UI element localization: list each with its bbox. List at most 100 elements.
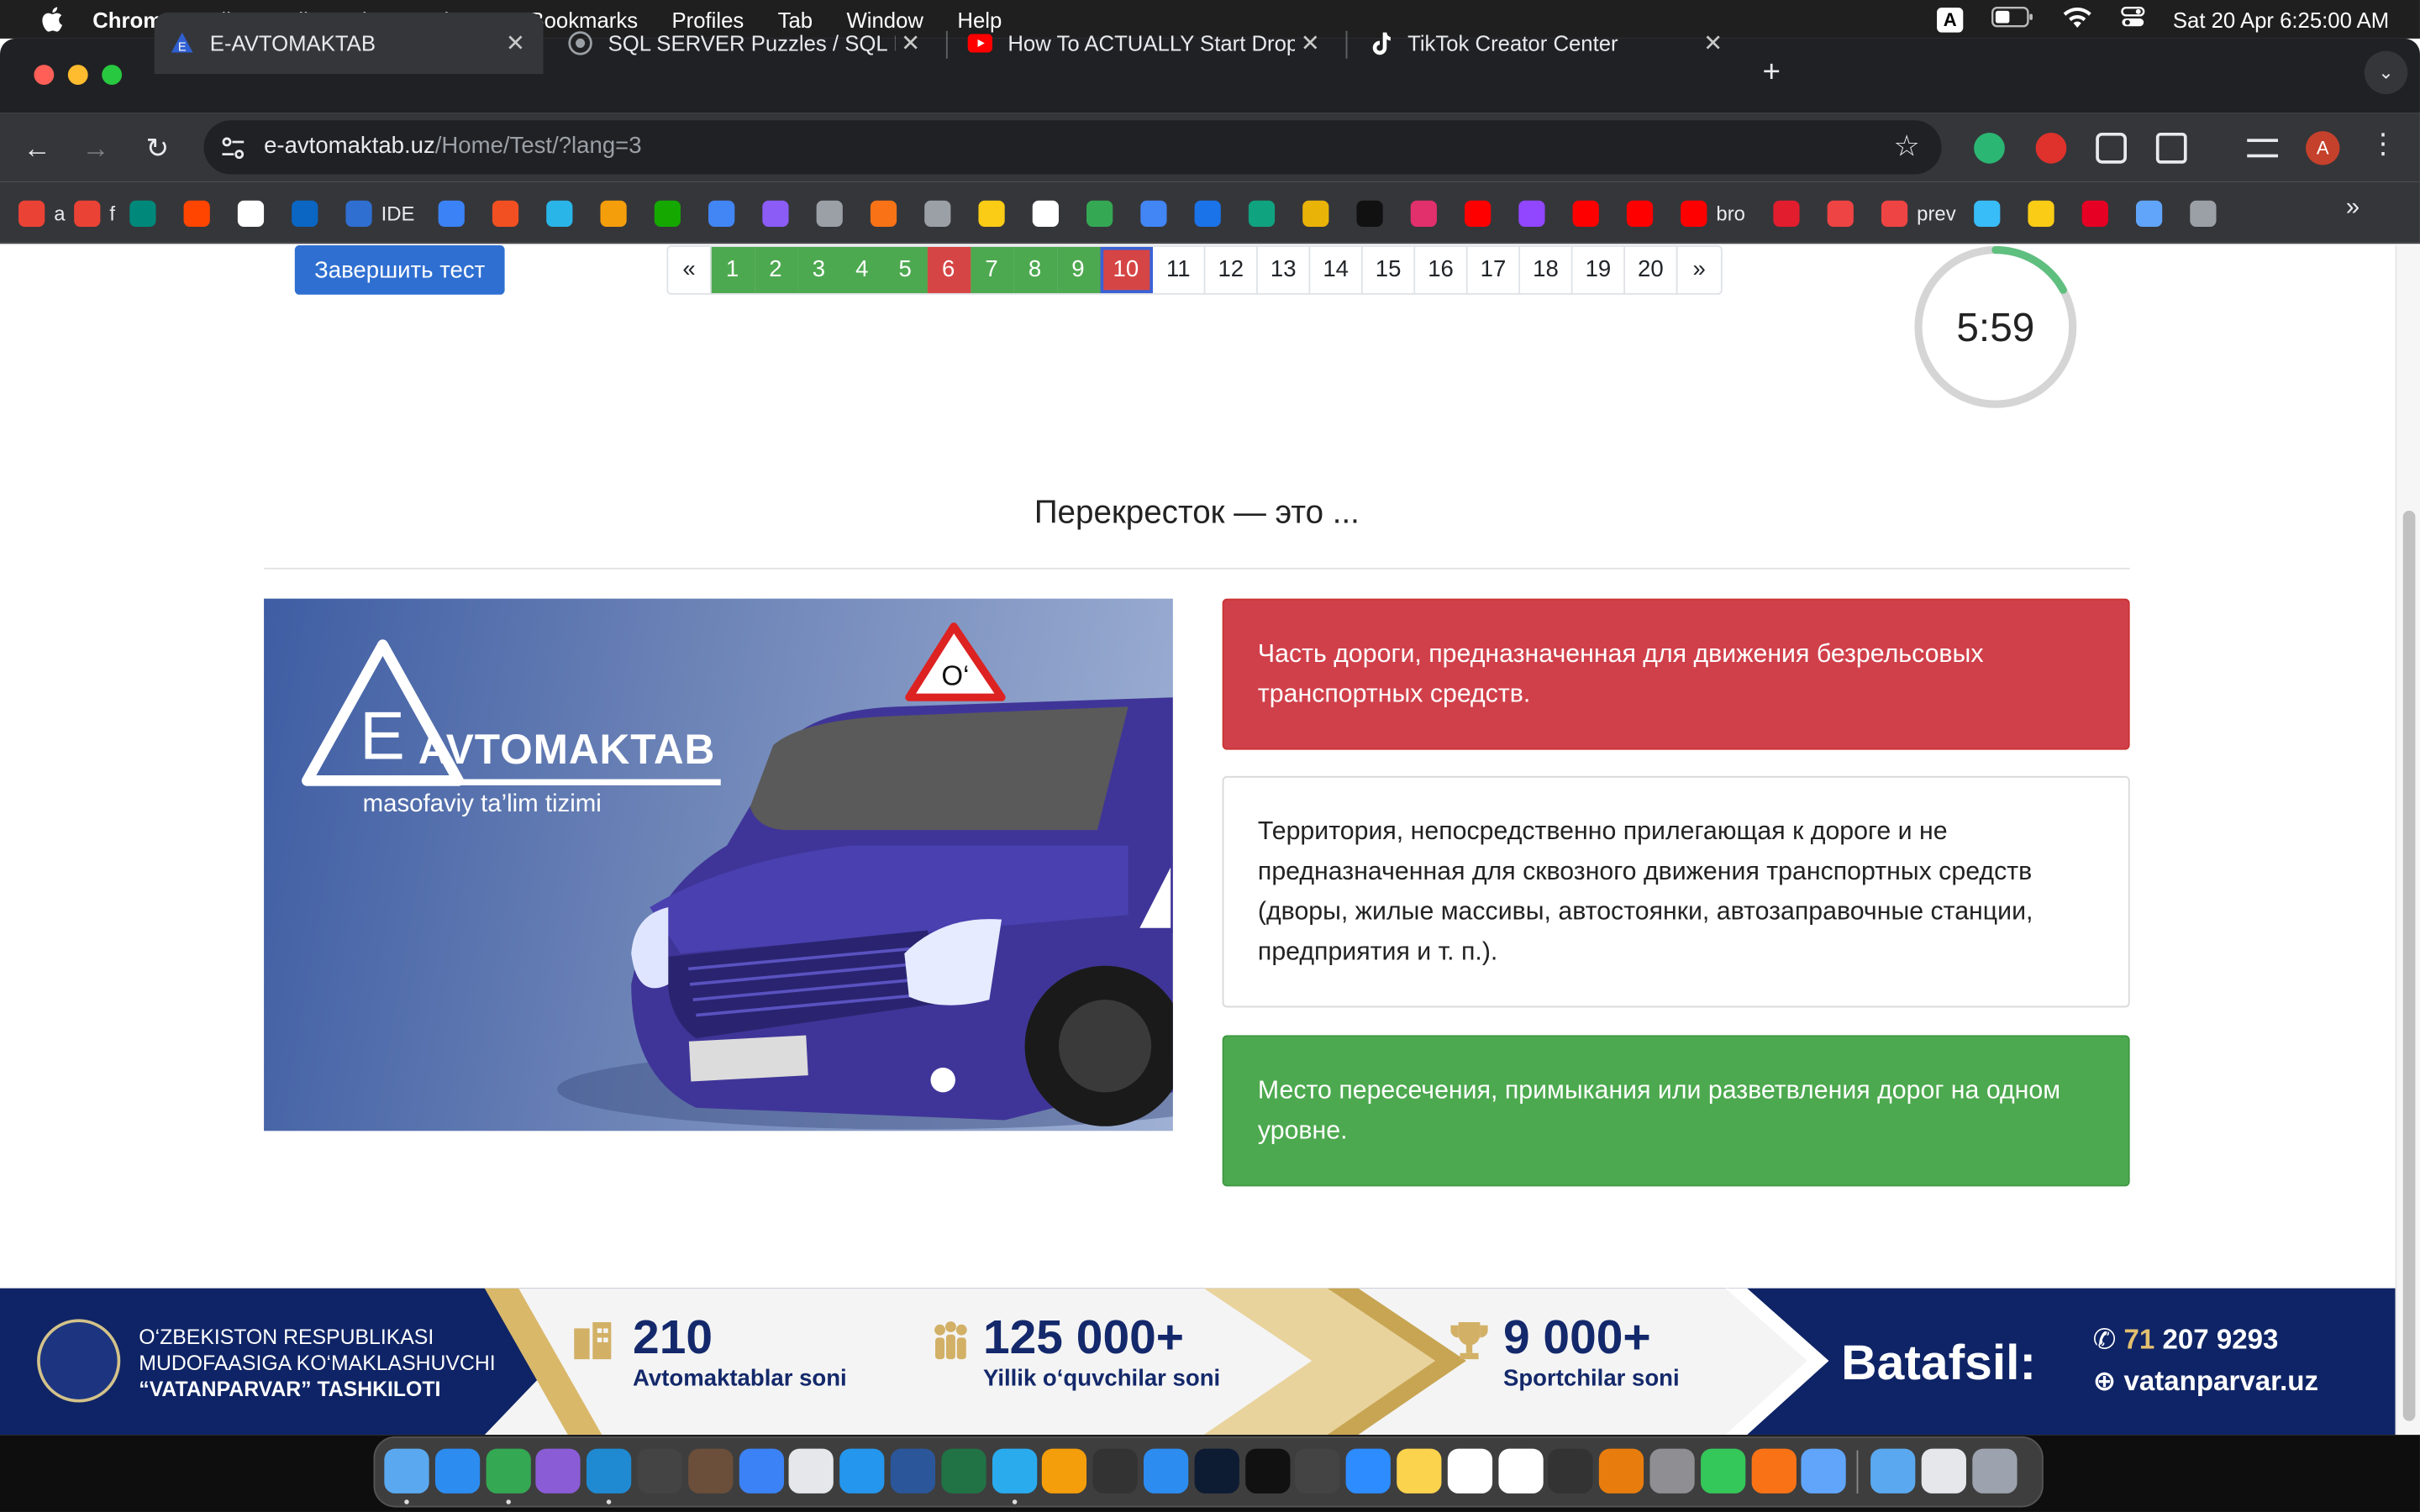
pager-question-18[interactable]: 18 [1520, 246, 1573, 293]
profile-avatar[interactable]: A [2306, 131, 2340, 165]
bookmark-item[interactable] [1518, 197, 1545, 228]
facetime-icon[interactable] [1700, 1448, 1745, 1494]
pager-question-15[interactable]: 15 [1362, 246, 1416, 293]
pager-question-20[interactable]: 20 [1625, 246, 1678, 293]
bookmark-item[interactable] [1248, 197, 1276, 228]
banner-website[interactable]: ⊕ vatanparvar.uz [2093, 1365, 2318, 1398]
close-tab-icon[interactable]: ✕ [895, 29, 926, 57]
bookmark-item[interactable]: IDE [345, 197, 414, 228]
new-tab-plus-icon[interactable]: + [1763, 55, 1781, 91]
finder-icon[interactable] [384, 1448, 429, 1494]
bookmark-item[interactable] [2081, 197, 2108, 228]
pager-question-16[interactable]: 16 [1415, 246, 1468, 293]
textedit-icon[interactable] [637, 1448, 682, 1494]
bookmark-item[interactable] [978, 197, 1005, 228]
pager-question-2[interactable]: 2 [755, 246, 798, 293]
visual-studio-icon[interactable] [536, 1448, 581, 1494]
bookmark-item[interactable] [1086, 197, 1113, 228]
pager-next[interactable]: » [1677, 246, 1721, 293]
bookmark-item[interactable] [183, 197, 210, 228]
photoshop-icon[interactable] [1194, 1448, 1239, 1494]
zoom-icon[interactable] [1345, 1448, 1392, 1494]
bookmark-item[interactable] [762, 197, 789, 228]
bookmark-item[interactable] [1626, 197, 1654, 228]
bookmark-item[interactable] [438, 197, 465, 228]
bookmark-item[interactable] [2028, 197, 2054, 228]
minimize-window-button[interactable] [67, 65, 88, 86]
banner-cta[interactable]: Batafsil: [1841, 1335, 2036, 1392]
pager-question-17[interactable]: 17 [1467, 246, 1521, 293]
unity-icon[interactable] [1548, 1448, 1594, 1494]
bookmark-item[interactable] [816, 197, 843, 228]
control-center-icon[interactable] [2120, 6, 2145, 32]
apple-icon[interactable] [34, 5, 67, 33]
bookmark-item[interactable] [292, 197, 318, 228]
bookmark-item[interactable] [654, 197, 681, 228]
bookmark-item[interactable] [1140, 197, 1167, 228]
battery-icon[interactable] [1991, 6, 2033, 32]
trash-icon[interactable] [1971, 1448, 2018, 1494]
answer-option[interactable]: Территория, непосредственно прилегающая … [1222, 775, 2130, 1008]
app-icon[interactable] [739, 1448, 784, 1494]
pager-question-11[interactable]: 11 [1153, 246, 1206, 293]
chrome-icon[interactable] [485, 1448, 531, 1494]
claquette-icon[interactable] [1295, 1448, 1340, 1494]
bookmark-item[interactable] [1465, 197, 1491, 228]
bookmark-item[interactable] [600, 197, 627, 228]
forward-arrow-icon[interactable]: → [77, 129, 114, 166]
bookmark-item[interactable] [1194, 197, 1221, 228]
pages-icon[interactable] [1042, 1448, 1087, 1494]
bookmark-item[interactable]: prev [1881, 197, 1956, 228]
wifi-icon[interactable] [2062, 5, 2093, 33]
bookmark-item[interactable] [546, 197, 573, 228]
chrome-menu-icon[interactable]: ⋮ [2369, 128, 2396, 160]
zoom-window-button[interactable] [102, 65, 123, 86]
app-icon[interactable] [687, 1448, 734, 1494]
bookmark-item[interactable] [2135, 197, 2163, 228]
input-source-indicator[interactable]: A [1937, 7, 1964, 32]
blender-icon[interactable] [1599, 1448, 1644, 1494]
obs-icon[interactable] [1092, 1448, 1138, 1494]
docker-icon[interactable] [839, 1448, 885, 1494]
tab-tiktok-creator-center[interactable]: TikTok Creator Center ✕ [1352, 13, 1741, 74]
site-info-icon[interactable] [219, 134, 247, 162]
pager-question-9[interactable]: 9 [1057, 246, 1101, 293]
bookmark-item[interactable] [708, 197, 735, 228]
answer-option-correct[interactable]: Место пересечения, примыкания или развет… [1222, 1035, 2130, 1187]
vlc-icon[interactable] [1750, 1448, 1797, 1494]
bookmark-item[interactable]: a [18, 197, 66, 228]
bookmark-item[interactable]: bro [1681, 197, 1745, 228]
reload-icon[interactable]: ↻ [139, 129, 176, 166]
vscode-icon[interactable] [587, 1448, 632, 1494]
capcut-icon[interactable] [1244, 1448, 1290, 1494]
screenshot-icon[interactable] [1921, 1448, 1966, 1494]
more-bookmarks-chevron-icon[interactable]: » [2346, 194, 2360, 222]
bookmark-item[interactable] [492, 197, 519, 228]
pager-question-19[interactable]: 19 [1572, 246, 1626, 293]
extensions-puzzle-icon[interactable] [2155, 132, 2187, 164]
tab-sql-server-puzzles[interactable]: SQL SERVER Puzzles / SQL P ✕ [553, 13, 939, 74]
page-scrollbar[interactable] [2395, 245, 2420, 1436]
bookmark-item[interactable]: f [74, 197, 115, 228]
word-icon[interactable] [890, 1448, 936, 1494]
clock[interactable]: Sat 20 Apr 6:25:00 AM [2173, 7, 2389, 31]
notes-icon[interactable] [1397, 1448, 1442, 1494]
pager-question-1[interactable]: 1 [711, 246, 755, 293]
extension-window-icon[interactable] [2096, 132, 2127, 164]
bookmark-item[interactable] [1572, 197, 1599, 228]
pager-question-4[interactable]: 4 [841, 246, 885, 293]
scrollbar-thumb[interactable] [2402, 510, 2416, 1421]
vatanparvar-banner[interactable]: O‘ZBEKISTON RESPUBLIKASI MUDOFAASIGA KO‘… [0, 1288, 2396, 1436]
bookmark-item[interactable] [1032, 197, 1059, 228]
pager-question-13[interactable]: 13 [1257, 246, 1311, 293]
bookmark-item[interactable] [870, 197, 897, 228]
excel-icon[interactable] [941, 1448, 986, 1494]
finish-test-button[interactable]: Завершить тест [294, 245, 505, 295]
bookmark-item[interactable] [1773, 197, 1800, 228]
quicktime-icon[interactable] [1802, 1448, 1847, 1494]
notion-icon[interactable] [1447, 1448, 1492, 1494]
pager-question-12[interactable]: 12 [1205, 246, 1258, 293]
downloads-folder-icon[interactable] [1870, 1448, 1916, 1494]
bookmark-item[interactable] [1302, 197, 1329, 228]
answer-option-wrong[interactable]: Часть дороги, предназначенная для движен… [1222, 598, 2130, 750]
